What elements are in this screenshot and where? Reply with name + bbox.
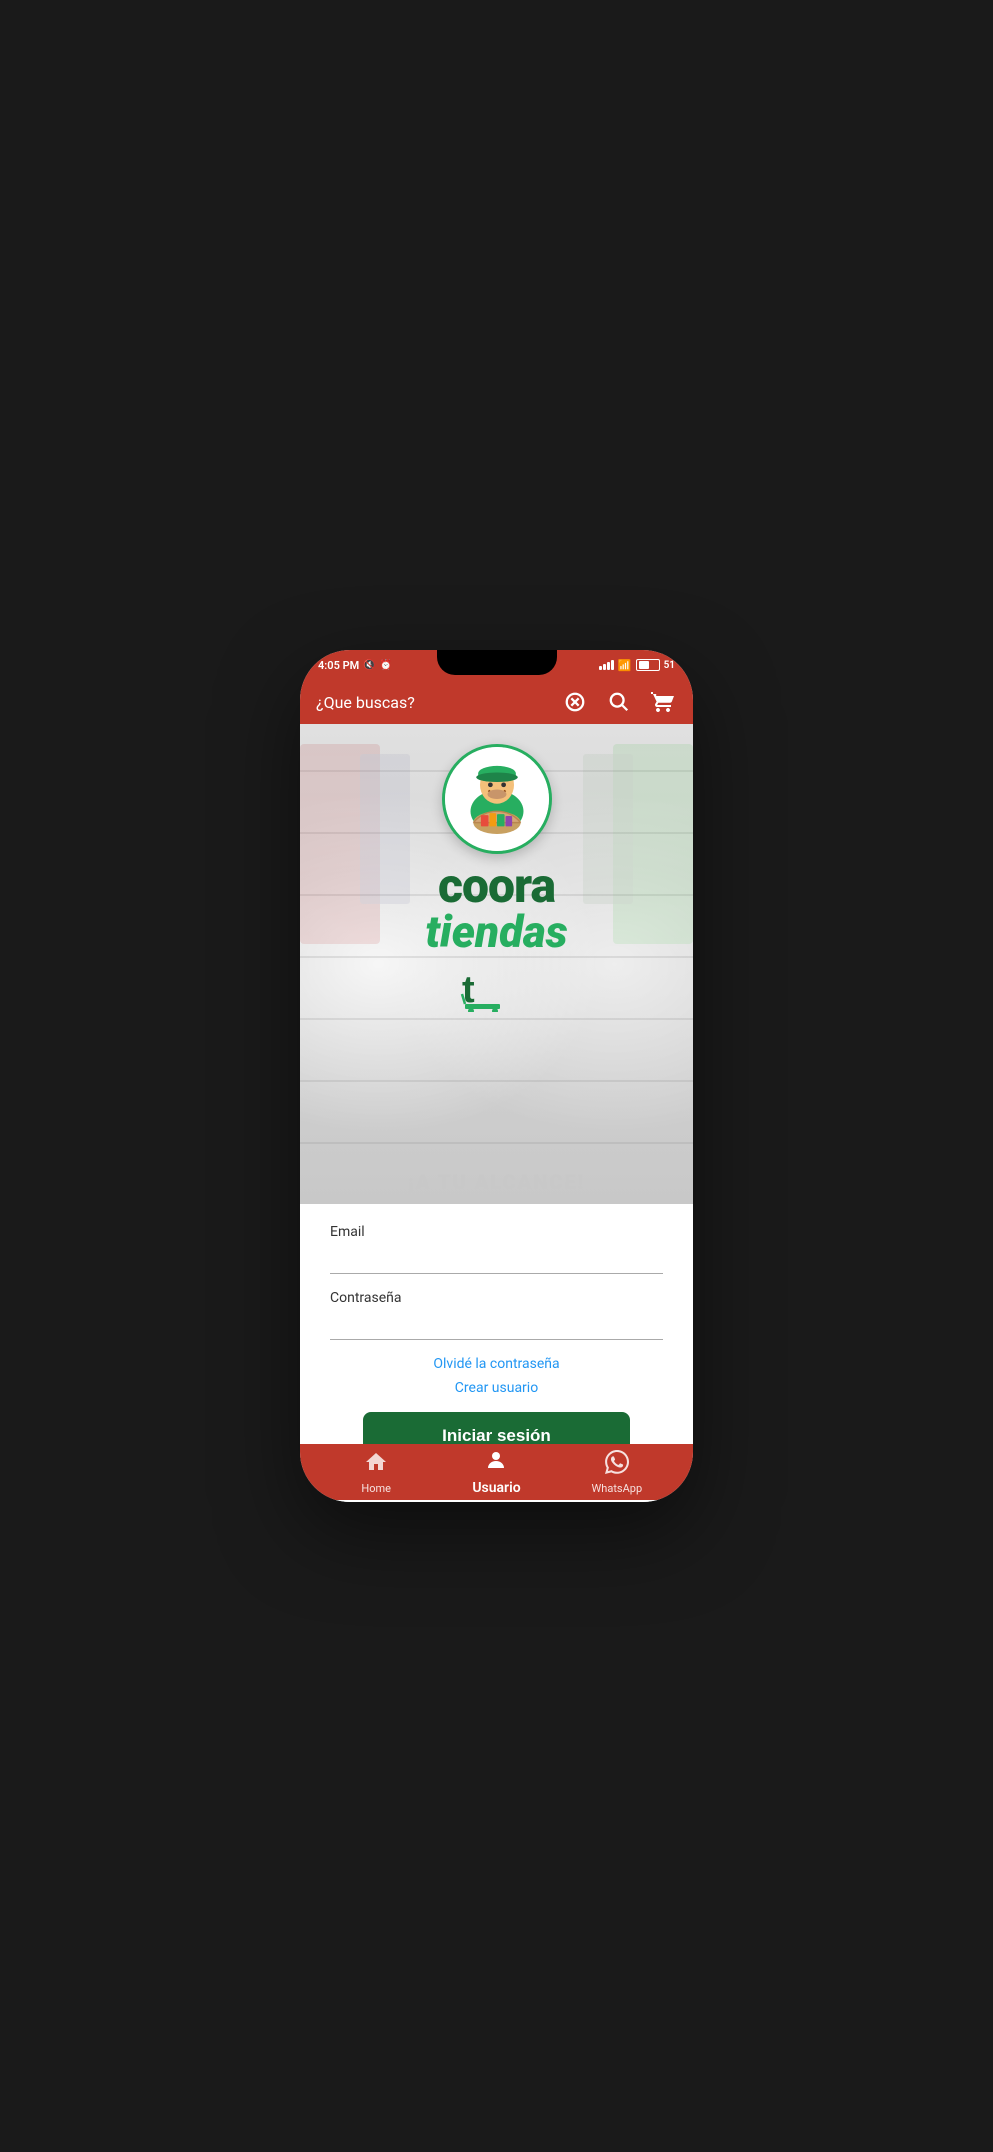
brand-name: coora [425,862,567,910]
logo-container: coora tiendas t [425,744,567,1016]
cart-icon[interactable] [649,688,677,716]
signal-icon [599,660,614,670]
battery-percent: 51 [664,660,675,671]
login-section: Email Contraseña Olvidé la contraseña Cr… [300,1204,693,1444]
login-button[interactable]: Iniciar sesión [363,1412,629,1444]
alarm-icon: ⏰ [380,660,392,671]
password-group: Contraseña [330,1290,663,1340]
create-user-link[interactable]: Crear usuario [330,1380,663,1396]
nav-item-user[interactable]: Usuario [436,1448,556,1496]
slogan-text: ¡A TU ALCANCE! [300,1170,693,1194]
brand-tiendas: tiendas [425,910,567,954]
search-icon[interactable] [605,688,633,716]
wifi-icon: 📶 [618,659,632,672]
android-nav [300,1500,693,1502]
hero-section: coora tiendas t ¡A TU [300,724,693,1204]
header-bar: ¿Que buscas? [300,680,693,724]
password-label: Contraseña [330,1290,663,1306]
time-display: 4:05 PM [318,659,359,672]
email-input[interactable] [330,1244,663,1274]
forgot-password-link[interactable]: Olvidé la contraseña [330,1356,663,1372]
cart-logo-svg: t [457,962,537,1012]
user-icon [484,1448,508,1478]
status-bar: 4:05 PM 🔇 ⏰ 📶 51 [300,650,693,680]
status-left: 4:05 PM 🔇 ⏰ [318,659,392,672]
bottom-nav: Home Usuario WhatsApp [300,1444,693,1500]
home-icon [364,1450,388,1480]
cancel-button[interactable] [561,688,589,716]
brand-text: coora tiendas [425,862,567,954]
mascot-avatar [442,744,552,854]
password-input[interactable] [330,1310,663,1340]
nav-item-whatsapp[interactable]: WhatsApp [557,1450,677,1495]
email-label: Email [330,1224,663,1240]
cart-logo-icon: t [457,962,537,1016]
whatsapp-icon [605,1450,629,1480]
home-label: Home [361,1482,391,1495]
battery-icon [636,659,660,671]
email-group: Email [330,1224,663,1274]
mute-icon: 🔇 [363,660,375,671]
notch [437,650,557,675]
user-label: Usuario [472,1480,520,1496]
main-content: coora tiendas t ¡A TU [300,724,693,1444]
status-right: 📶 51 [599,659,675,672]
nav-item-home[interactable]: Home [316,1450,436,1495]
phone-frame: 4:05 PM 🔇 ⏰ 📶 51 ¿Que buscas? [300,650,693,1502]
whatsapp-label: WhatsApp [592,1482,643,1495]
search-hint-text: ¿Que buscas? [316,693,415,712]
header-icons [561,688,677,716]
mascot-svg [445,744,549,854]
